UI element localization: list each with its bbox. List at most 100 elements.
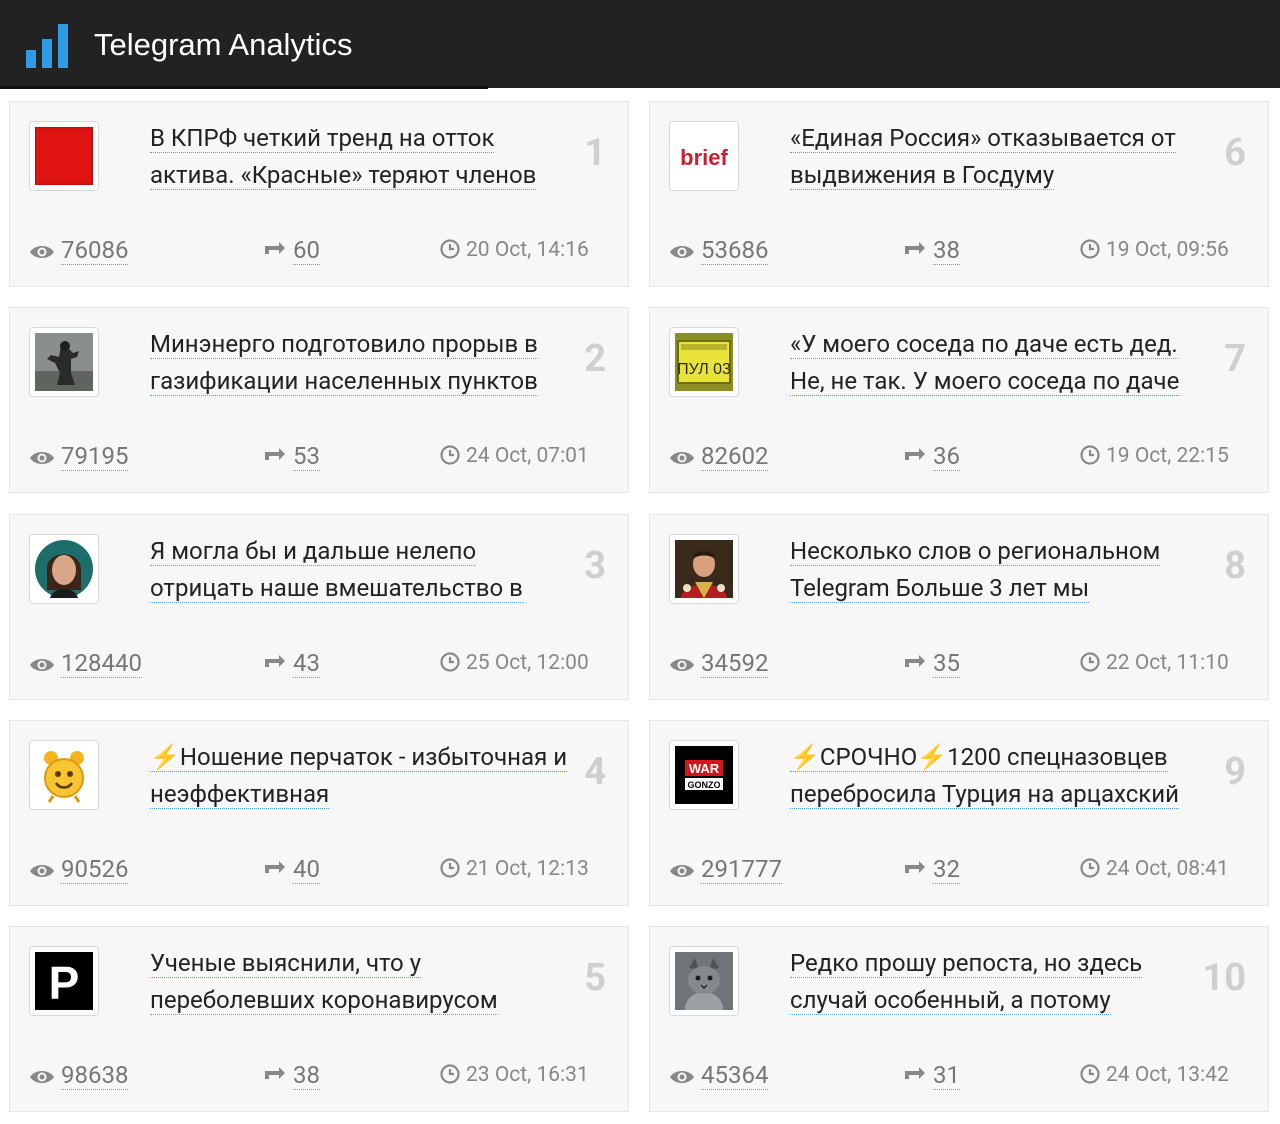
post-date: 22 Oct, 11:10 [1080, 648, 1229, 678]
views-count[interactable]: 82602 [669, 441, 769, 471]
eye-icon [30, 1071, 54, 1083]
red-square-avatar [35, 127, 93, 185]
eye-icon [30, 246, 54, 258]
post-rank: 8 [1224, 544, 1246, 588]
reposts-count[interactable]: 38 [261, 1060, 320, 1090]
channel-avatar[interactable]: ПУЛ 03 [669, 327, 739, 397]
svg-text:GONZO: GONZO [688, 780, 721, 790]
eye-icon [670, 659, 694, 671]
post-card-1[interactable]: В КПРФ четкий тренд на отток актива. «Кр… [9, 101, 629, 287]
reposts-count[interactable]: 60 [261, 235, 320, 265]
post-date: 21 Oct, 12:13 [440, 854, 589, 884]
reposts-count[interactable]: 53 [261, 441, 320, 471]
post-date: 24 Oct, 07:01 [440, 441, 589, 471]
views-count[interactable]: 45364 [669, 1060, 769, 1090]
reposts-count[interactable]: 40 [261, 854, 320, 884]
woman-portrait-avatar [35, 540, 93, 598]
post-rank: 1 [584, 131, 606, 175]
svg-text:brief: brief [680, 145, 728, 170]
eye-icon [670, 1071, 694, 1083]
views-count[interactable]: 76086 [29, 235, 129, 265]
post-title[interactable]: Ученые выяснили, что у переболевших коро… [150, 945, 570, 1025]
post-title[interactable]: ⚡️СРОЧНО⚡️1200 спецназовцев перебросила … [790, 739, 1210, 819]
post-rank: 10 [1202, 956, 1246, 1000]
clock-icon [440, 652, 460, 672]
post-title[interactable]: «Единая Россия» отказывается от выдвижен… [790, 120, 1210, 200]
post-date: 19 Oct, 22:15 [1080, 441, 1229, 471]
post-card-9[interactable]: WAR GONZO ⚡️СРОЧНО⚡️1200 спецназовцев пе… [649, 720, 1269, 906]
top-bar-underline [0, 86, 488, 89]
letter-p-avatar: P [35, 952, 93, 1010]
channel-avatar[interactable] [29, 327, 99, 397]
post-card-5[interactable]: P Ученые выяснили, что у переболевших ко… [9, 926, 629, 1112]
app-title: Telegram Analytics [94, 27, 353, 62]
repost-icon [265, 1067, 285, 1079]
svg-text:ПУЛ 03: ПУЛ 03 [677, 361, 731, 378]
repost-icon [905, 1067, 925, 1079]
clock-icon [440, 239, 460, 259]
views-count[interactable]: 79195 [29, 441, 129, 471]
svg-text:WAR: WAR [689, 761, 720, 776]
channel-avatar[interactable] [29, 740, 99, 810]
repost-icon [905, 448, 925, 460]
post-card-7[interactable]: ПУЛ 03 «У моего соседа по даче есть дед.… [649, 307, 1269, 493]
views-count[interactable]: 128440 [29, 648, 142, 678]
eye-icon [30, 659, 54, 671]
top-bar: Telegram Analytics [0, 0, 1280, 89]
post-title[interactable]: Редко прошу репоста, но здесь случай осо… [790, 945, 1210, 1025]
clock-icon [440, 445, 460, 465]
channel-avatar[interactable] [29, 121, 99, 191]
channel-avatar[interactable] [669, 946, 739, 1016]
post-card-10[interactable]: Редко прошу репоста, но здесь случай осо… [649, 926, 1269, 1112]
channel-avatar[interactable]: brief [669, 121, 739, 191]
post-card-2[interactable]: Минэнерго подготовило прорыв в газификац… [9, 307, 629, 493]
post-rank: 5 [584, 956, 606, 1000]
alarm-clock-avatar [35, 746, 93, 804]
post-card-3[interactable]: Я могла бы и дальше нелепо отрицать наше… [9, 514, 629, 700]
post-card-6[interactable]: brief «Единая Россия» отказывается от вы… [649, 101, 1269, 287]
cat-photo-avatar [675, 952, 733, 1010]
eye-icon [670, 246, 694, 258]
reposts-count[interactable]: 43 [261, 648, 320, 678]
views-count[interactable]: 34592 [669, 648, 769, 678]
post-rank: 6 [1224, 131, 1246, 175]
war-gonzo-logo-avatar: WAR GONZO [675, 746, 733, 804]
views-count[interactable]: 53686 [669, 235, 769, 265]
views-count[interactable]: 98638 [29, 1060, 129, 1090]
repost-icon [265, 242, 285, 254]
views-count[interactable]: 90526 [29, 854, 129, 884]
reposts-count[interactable]: 32 [901, 854, 960, 884]
post-title[interactable]: Несколько слов о региональном Telegram Б… [790, 533, 1210, 613]
reposts-count[interactable]: 38 [901, 235, 960, 265]
reposts-count[interactable]: 36 [901, 441, 960, 471]
post-title[interactable]: ⚡️Ношение перчаток - избыточная и неэффе… [150, 739, 570, 819]
channel-avatar[interactable] [669, 534, 739, 604]
post-date: 25 Oct, 12:00 [440, 648, 589, 678]
views-count[interactable]: 291777 [669, 854, 782, 884]
eye-icon [30, 452, 54, 464]
post-rank: 3 [584, 544, 606, 588]
repost-icon [905, 242, 925, 254]
clock-icon [1080, 445, 1100, 465]
channel-avatar[interactable]: P [29, 946, 99, 1016]
post-card-4[interactable]: ⚡️Ношение перчаток - избыточная и неэффе… [9, 720, 629, 906]
reposts-count[interactable]: 31 [901, 1060, 960, 1090]
post-title[interactable]: В КПРФ четкий тренд на отток актива. «Кр… [150, 120, 570, 200]
channel-avatar[interactable] [29, 534, 99, 604]
eye-icon [30, 865, 54, 877]
clock-icon [1080, 239, 1100, 259]
channel-avatar[interactable]: WAR GONZO [669, 740, 739, 810]
reposts-count[interactable]: 35 [901, 648, 960, 678]
post-date: 23 Oct, 16:31 [440, 1060, 589, 1090]
post-rank: 4 [584, 750, 606, 794]
statue-avatar [35, 333, 93, 391]
post-title[interactable]: Минэнерго подготовило прорыв в газификац… [150, 326, 570, 406]
post-title[interactable]: «У моего соседа по даче есть дед. Не, не… [790, 326, 1210, 406]
repost-icon [905, 861, 925, 873]
repost-icon [265, 448, 285, 460]
repost-icon [265, 655, 285, 667]
eye-icon [670, 452, 694, 464]
post-title[interactable]: Я могла бы и дальше нелепо отрицать наше… [150, 533, 570, 613]
clock-icon [440, 1064, 460, 1084]
post-card-8[interactable]: Несколько слов о региональном Telegram Б… [649, 514, 1269, 700]
